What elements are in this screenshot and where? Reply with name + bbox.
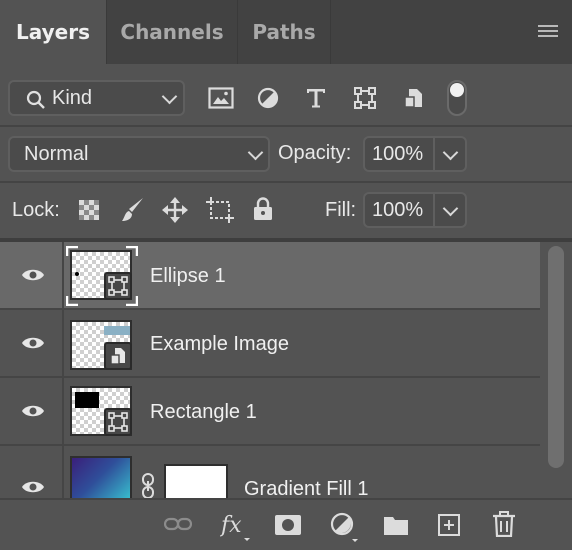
blend-mode-select[interactable]: Normal bbox=[8, 136, 270, 172]
fx-icon[interactable]: fx bbox=[220, 510, 254, 544]
layer-row-rectangle-1[interactable]: Rectangle 1 bbox=[0, 378, 540, 446]
link-layers-icon[interactable] bbox=[164, 516, 192, 532]
visibility-eye-icon[interactable] bbox=[21, 268, 45, 282]
tab-layers[interactable]: Layers bbox=[0, 0, 106, 64]
shape-layer-icon bbox=[108, 276, 128, 296]
layer-row-gradient-fill-1[interactable]: Gradient Fill 1 bbox=[0, 446, 540, 498]
layer-row-ellipse-1[interactable]: Ellipse 1 bbox=[0, 242, 540, 310]
layers-list: Ellipse 1 Example Image Rectangle 1 Grad… bbox=[0, 242, 540, 498]
lock-artboard-icon[interactable] bbox=[206, 197, 234, 223]
visibility-column bbox=[0, 446, 64, 498]
visibility-eye-icon[interactable] bbox=[21, 336, 45, 350]
layer-name[interactable]: Ellipse 1 bbox=[150, 265, 226, 288]
adjustment-layer-icon[interactable] bbox=[330, 512, 360, 544]
visibility-eye-icon[interactable] bbox=[21, 404, 45, 418]
svg-text:fx: fx bbox=[220, 513, 242, 538]
lock-position-icon[interactable] bbox=[162, 197, 188, 223]
shape-layer-badge bbox=[104, 408, 132, 436]
opacity-label: Opacity: bbox=[278, 142, 352, 164]
lock-label: Lock: bbox=[12, 199, 60, 221]
mask-link-icon[interactable] bbox=[140, 472, 156, 498]
gradient-thumbnail bbox=[70, 456, 132, 498]
shape-filter-icon[interactable] bbox=[354, 87, 376, 109]
chevron-down-icon bbox=[442, 144, 459, 161]
blend-mode-value: Normal bbox=[24, 143, 89, 165]
lock-image-pixels-icon[interactable] bbox=[120, 196, 146, 224]
folder-icon[interactable] bbox=[383, 514, 409, 536]
layer-name[interactable]: Gradient Fill 1 bbox=[244, 478, 369, 498]
filter-toggle-icon[interactable] bbox=[447, 80, 467, 116]
fill-value: 100% bbox=[372, 199, 424, 221]
visibility-column bbox=[0, 310, 64, 376]
search-icon bbox=[26, 90, 45, 109]
chevron-down-icon bbox=[247, 144, 264, 161]
smart-object-icon bbox=[110, 348, 125, 365]
trash-icon[interactable] bbox=[492, 511, 516, 537]
chevron-down-icon bbox=[442, 200, 459, 217]
opacity-value: 100% bbox=[372, 143, 424, 165]
type-filter-icon[interactable] bbox=[305, 87, 327, 109]
scrollbar-thumb[interactable] bbox=[548, 246, 564, 468]
add-mask-icon[interactable] bbox=[275, 514, 301, 536]
tab-paths[interactable]: Paths bbox=[238, 0, 330, 64]
layer-name[interactable]: Rectangle 1 bbox=[150, 401, 257, 424]
shape-layer-badge bbox=[104, 272, 132, 300]
shape-layer-icon bbox=[108, 412, 128, 432]
visibility-eye-icon[interactable] bbox=[21, 480, 45, 494]
visibility-column bbox=[0, 378, 64, 444]
panel-tab-bar: Layers Channels Paths bbox=[0, 0, 572, 64]
image-filter-icon[interactable] bbox=[208, 87, 234, 109]
divider bbox=[0, 181, 572, 183]
new-layer-icon[interactable] bbox=[437, 513, 461, 537]
lock-all-icon[interactable] bbox=[253, 197, 273, 221]
layer-mask-thumbnail bbox=[164, 464, 228, 498]
tab-divider bbox=[330, 0, 331, 64]
divider bbox=[0, 125, 572, 127]
kind-filter-label: Kind bbox=[52, 87, 93, 109]
fill-label: Fill: bbox=[325, 199, 357, 221]
tab-channels[interactable]: Channels bbox=[107, 0, 237, 64]
bottom-toolbar: fx bbox=[0, 498, 572, 550]
panel-menu-icon[interactable] bbox=[538, 25, 558, 39]
adjustment-filter-icon[interactable] bbox=[257, 87, 279, 109]
smart-object-filter-icon[interactable] bbox=[403, 87, 425, 109]
opacity-field[interactable]: 100% bbox=[363, 136, 467, 172]
fill-field[interactable]: 100% bbox=[363, 192, 467, 228]
layer-name[interactable]: Example Image bbox=[150, 333, 289, 356]
kind-filter-select[interactable]: Kind bbox=[8, 80, 185, 116]
smart-object-badge bbox=[104, 342, 132, 370]
chevron-down-icon bbox=[161, 88, 178, 105]
lock-transparent-pixels-icon[interactable] bbox=[78, 199, 100, 221]
visibility-column bbox=[0, 242, 64, 308]
layer-row-example-image[interactable]: Example Image bbox=[0, 310, 540, 378]
